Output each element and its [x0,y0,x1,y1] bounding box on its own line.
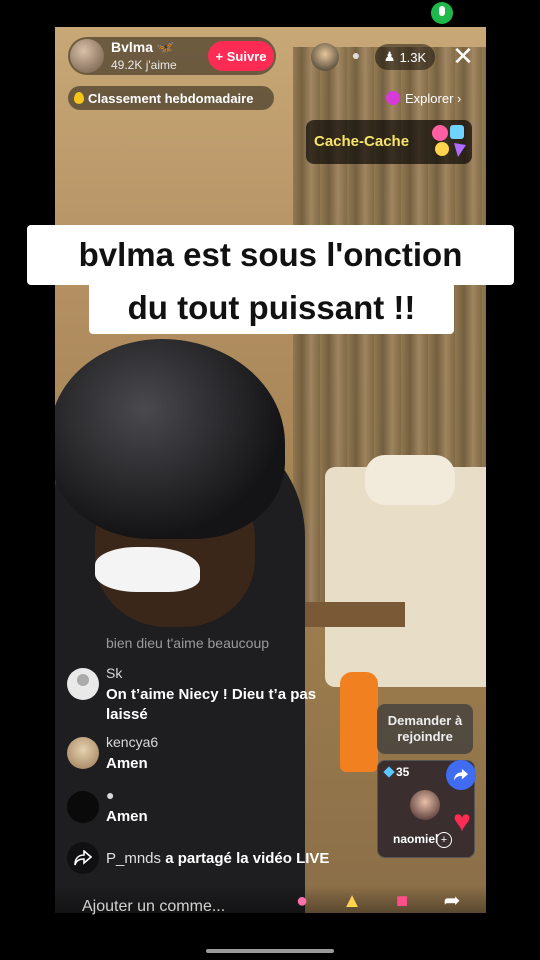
caption-banner-line1: bvlma est sous l'onction [27,225,514,285]
comment-badge-icon: ● [106,787,115,803]
viewer-count[interactable]: ♟ 1.3K [375,44,435,70]
comment-avatar[interactable] [67,791,99,823]
explore-icon [386,91,400,105]
game-art-icon [432,125,466,157]
share-message: a partagé la vidéo LIVE [165,849,330,867]
share-arrow-icon [67,842,99,874]
streamer-bonnet [55,339,285,539]
viewer-count-value: 1.3K [399,49,427,65]
comment-avatar[interactable] [67,737,99,769]
share-username[interactable]: P_mnds [106,850,161,867]
explore-link[interactable]: Explorer › [386,88,461,108]
comment-input[interactable]: Ajouter un comme... [82,898,225,916]
weekly-ranking-pill[interactable]: Classement hebdomadaire [68,86,274,110]
like-heart-icon[interactable]: ♥ [446,807,478,837]
host-name[interactable]: Bvlma 🦋 [111,39,174,56]
person-icon: ♟ [383,49,396,64]
close-icon[interactable]: ✕ [450,41,476,71]
request-join-button[interactable]: Demander à rejoindre [377,704,473,754]
comment-username[interactable]: Sk [106,665,122,681]
gift-shop-icon[interactable]: ▲ [338,889,366,913]
guest-name[interactable]: naomiel [393,832,438,846]
comment-avatar[interactable] [67,668,99,700]
share-button[interactable] [446,760,476,790]
diamond-icon [383,766,395,778]
game-label: Cache-Cache [314,133,410,150]
follow-button[interactable]: + Suivre [208,41,274,71]
viewer-badge-icon[interactable]: ● [345,47,367,67]
gift-icon[interactable]: ■ [388,889,416,913]
weekly-ranking-label: Classement hebdomadaire [88,90,254,106]
top-viewer-avatar[interactable] [311,43,339,71]
flame-icon [74,92,84,104]
multi-guest-icon[interactable]: ● [288,889,316,913]
guest-diamond-count: 35 [396,765,410,779]
host-avatar[interactable] [70,39,104,73]
share-event: P_mnds a partagé la vidéo LIVE [67,842,329,874]
host-likes: 49.2K j'aime [111,58,177,72]
streamer-tissue [95,547,200,592]
mic-icon [431,2,453,24]
home-indicator[interactable] [206,949,334,953]
comment-text: Amen [106,808,148,825]
background-cloth [365,455,455,505]
comment-text: Amen [106,755,148,772]
share-icon[interactable]: ➦ [438,889,466,913]
explore-label: Explorer › [405,90,462,106]
background-table [295,602,405,627]
guest-diamonds: 35 [383,765,410,779]
comment-username[interactable]: kencya6 [106,734,158,750]
comment-faded: bien dieu t'aime beaucoup [106,635,270,651]
comment-text: On t’aime Niecy ! Dieu t’a pas laissé [106,686,317,723]
caption-banner-line2: du tout puissant !! [89,282,454,334]
guest-avatar[interactable] [410,790,440,820]
